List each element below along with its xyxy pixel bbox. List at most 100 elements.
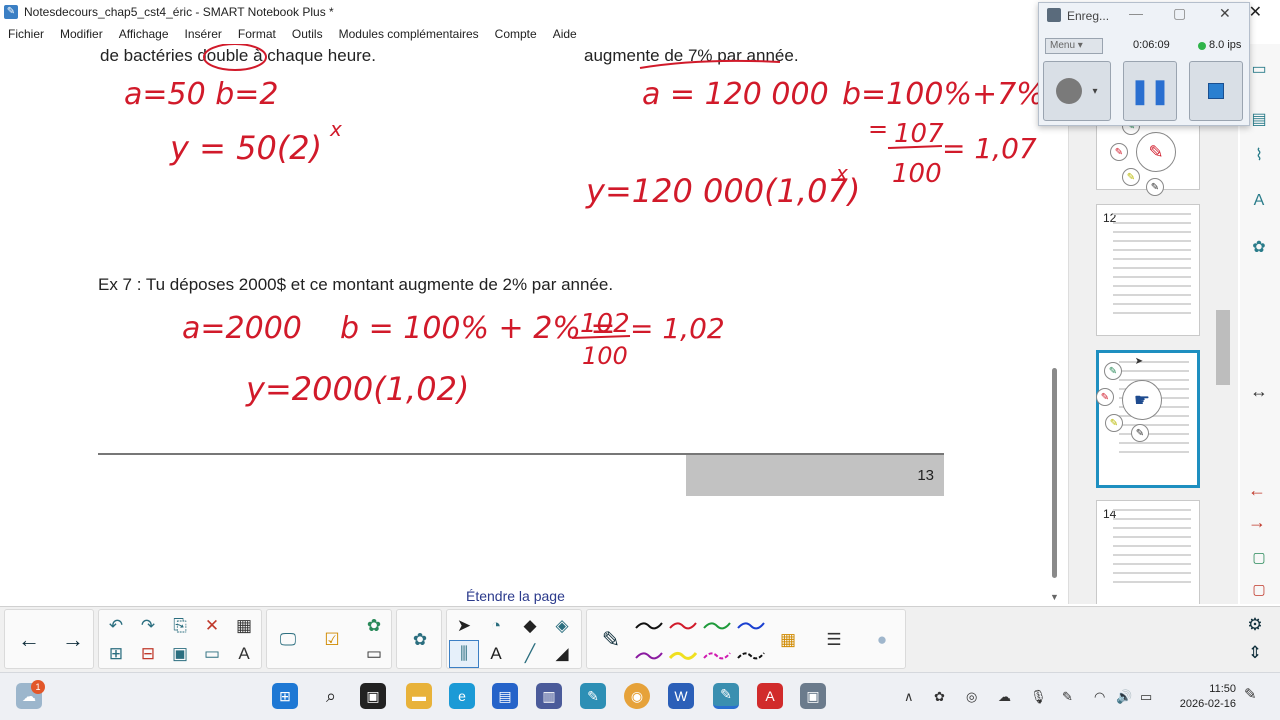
acrobat-reader-icon[interactable]: A [757, 683, 783, 709]
menu-outils[interactable]: Outils [284, 27, 331, 41]
whiteboard-canvas[interactable]: de bactéries double à chaque heure. augm… [0, 44, 1046, 604]
canvas-scrollbar[interactable]: ▼ [1048, 44, 1062, 604]
move-sidebar-icon[interactable]: ↔ [1244, 376, 1274, 406]
highlighter-icon[interactable]: ✎ [1122, 168, 1140, 186]
hand-pointer-icon[interactable]: ☛ [1122, 380, 1162, 420]
fill-tool-button[interactable]: ◈ [547, 612, 577, 640]
color-palette-button[interactable]: ▦ [773, 626, 803, 654]
stop-button[interactable] [1189, 61, 1243, 121]
menu-modules[interactable]: Modules complémentaires [331, 27, 487, 41]
show-hidden-icons-chevron-icon[interactable]: ∧ [904, 689, 914, 705]
next-page-icon[interactable]: → [1248, 512, 1266, 533]
recorder-minimize-button[interactable]: — [1129, 5, 1143, 21]
word-icon[interactable]: W [668, 683, 694, 709]
display-screen-button[interactable]: 🖵 [273, 626, 303, 654]
properties-tab-icon[interactable]: A [1244, 186, 1274, 216]
extend-page-link[interactable]: Étendre la page [466, 588, 565, 604]
record-dropdown-icon[interactable]: ▾ [1092, 86, 1097, 97]
eraser-tool-button[interactable]: ◆ [515, 612, 545, 640]
next-page-button[interactable]: → [53, 612, 93, 668]
shapes-tool-button[interactable]: ◔ [481, 612, 511, 640]
select-tool-button[interactable]: ➤ [449, 612, 479, 640]
microphone-tray-icon[interactable]: 🎙 [1030, 689, 1047, 705]
delete-button[interactable]: ✕ [197, 612, 227, 640]
paste-button[interactable]: ⎘ [165, 612, 195, 640]
black-pen-icon[interactable]: ✎ [1131, 424, 1149, 442]
screen-recorder-taskbar-icon[interactable]: ▣ [800, 683, 826, 709]
screen-shade-button[interactable]: ▭ [197, 640, 227, 668]
menu-affichage[interactable]: Affichage [111, 27, 177, 41]
table-button[interactable]: ▦ [229, 612, 259, 640]
smart-notebook-taskbar-icon[interactable]: ✎ [713, 683, 739, 709]
task-view-icon[interactable]: ▣ [360, 683, 386, 709]
wifi-icon[interactable]: ◠ [1094, 689, 1105, 705]
recorder-maximize-button[interactable]: ▢ [1173, 5, 1186, 22]
file-explorer-icon[interactable]: ▬ [406, 683, 432, 709]
activity-builder-button[interactable]: ☑ [317, 626, 347, 654]
purple-pen-preset[interactable] [635, 648, 663, 662]
add-page-icon[interactable]: ▢ [1244, 542, 1274, 572]
recorder-close-button[interactable]: ✕ [1219, 5, 1231, 22]
line-style-button[interactable]: ☰ [819, 626, 849, 654]
library-app-icon[interactable]: ▥ [536, 683, 562, 709]
window-close-button[interactable]: ✕ [1249, 2, 1262, 22]
green-pen-icon[interactable]: ✎ [1104, 362, 1122, 380]
menu-modifier[interactable]: Modifier [52, 27, 111, 41]
add-ons-puzzle-button[interactable]: ✿ [405, 626, 435, 654]
blue-pen-preset[interactable] [737, 618, 765, 632]
app-tray-icon[interactable]: ◎ [966, 689, 977, 705]
volume-icon[interactable]: 🔊 [1116, 689, 1132, 705]
text-recognition-button[interactable]: A [229, 640, 259, 668]
page-sorter-scrollbar-thumb[interactable] [1216, 310, 1230, 385]
save-button[interactable]: ▣ [165, 640, 195, 668]
yellow-highlighter-preset[interactable] [669, 648, 697, 662]
red-pen-preset[interactable] [669, 618, 697, 632]
notifications-icon[interactable]: ✎ [1244, 685, 1257, 703]
recorder-menu-dropdown[interactable]: Menu ▾ [1045, 38, 1103, 54]
black-pen-icon[interactable]: ✎ [1146, 178, 1164, 196]
menu-format[interactable]: Format [230, 27, 284, 41]
start-button-icon[interactable]: ⊞ [272, 683, 298, 709]
magenta-dashed-pen-preset[interactable] [703, 648, 731, 662]
system-clock[interactable]: 11:50 2026-02-16 [1180, 682, 1236, 712]
page-thumbnail-14[interactable]: 14 [1096, 500, 1200, 604]
black-dashed-pen-preset[interactable] [737, 648, 765, 662]
pen-tool-button[interactable]: ✎ [591, 612, 631, 668]
text-tool-button[interactable]: A [481, 640, 511, 668]
microsoft-store-icon[interactable]: ▤ [492, 683, 518, 709]
undo-button[interactable]: ↶ [101, 612, 131, 640]
add-page-button[interactable]: ⊞ [101, 640, 131, 668]
red-pen-icon[interactable]: ✎ [1110, 143, 1128, 161]
pen-tray-icon[interactable]: ✎ [1062, 689, 1073, 705]
line-tool-button[interactable]: ╱ [515, 640, 545, 668]
menu-inserer[interactable]: Insérer [177, 27, 230, 41]
document-camera-button[interactable]: ▭ [359, 640, 389, 668]
settings-gear-icon[interactable]: ⚙ [1240, 611, 1270, 639]
chrome-browser-icon[interactable]: ◉ [624, 683, 650, 709]
active-pen-icon[interactable]: ✎ [1136, 132, 1176, 172]
measurement-tools-button[interactable]: ⫼ [449, 640, 479, 668]
edge-browser-icon[interactable]: e [449, 683, 475, 709]
green-pen-preset[interactable] [703, 618, 731, 632]
previous-page-icon[interactable]: ← [1248, 480, 1266, 501]
red-pen-icon[interactable]: ✎ [1096, 388, 1114, 406]
delete-page-button[interactable]: ⊟ [133, 640, 163, 668]
delete-page-icon[interactable]: ▢ [1244, 574, 1274, 604]
pause-button[interactable]: ❚❚ [1123, 61, 1177, 121]
onedrive-tray-icon[interactable]: ☁ [998, 689, 1011, 705]
previous-page-button[interactable]: ← [9, 612, 49, 668]
notebook-editor-icon[interactable]: ✎ [580, 683, 606, 709]
record-button[interactable]: ▾ [1043, 61, 1111, 121]
canvas-scrollbar-thumb[interactable] [1052, 368, 1057, 578]
search-icon[interactable]: ⌕ [318, 683, 344, 709]
redo-button[interactable]: ↷ [133, 612, 163, 640]
erase-tool-button[interactable]: ◢ [547, 640, 577, 668]
teams-tray-icon[interactable]: ✿ [934, 689, 945, 705]
menu-fichier[interactable]: Fichier [0, 27, 52, 41]
highlighter-icon[interactable]: ✎ [1105, 414, 1123, 432]
page-thumbnail-12[interactable]: 12 [1096, 204, 1200, 336]
add-ons-button[interactable]: ✿ [359, 612, 389, 640]
menu-compte[interactable]: Compte [487, 27, 545, 41]
scroll-down-icon[interactable]: ▼ [1050, 592, 1059, 602]
add-ons-tab-icon[interactable]: ✿ [1244, 232, 1274, 262]
